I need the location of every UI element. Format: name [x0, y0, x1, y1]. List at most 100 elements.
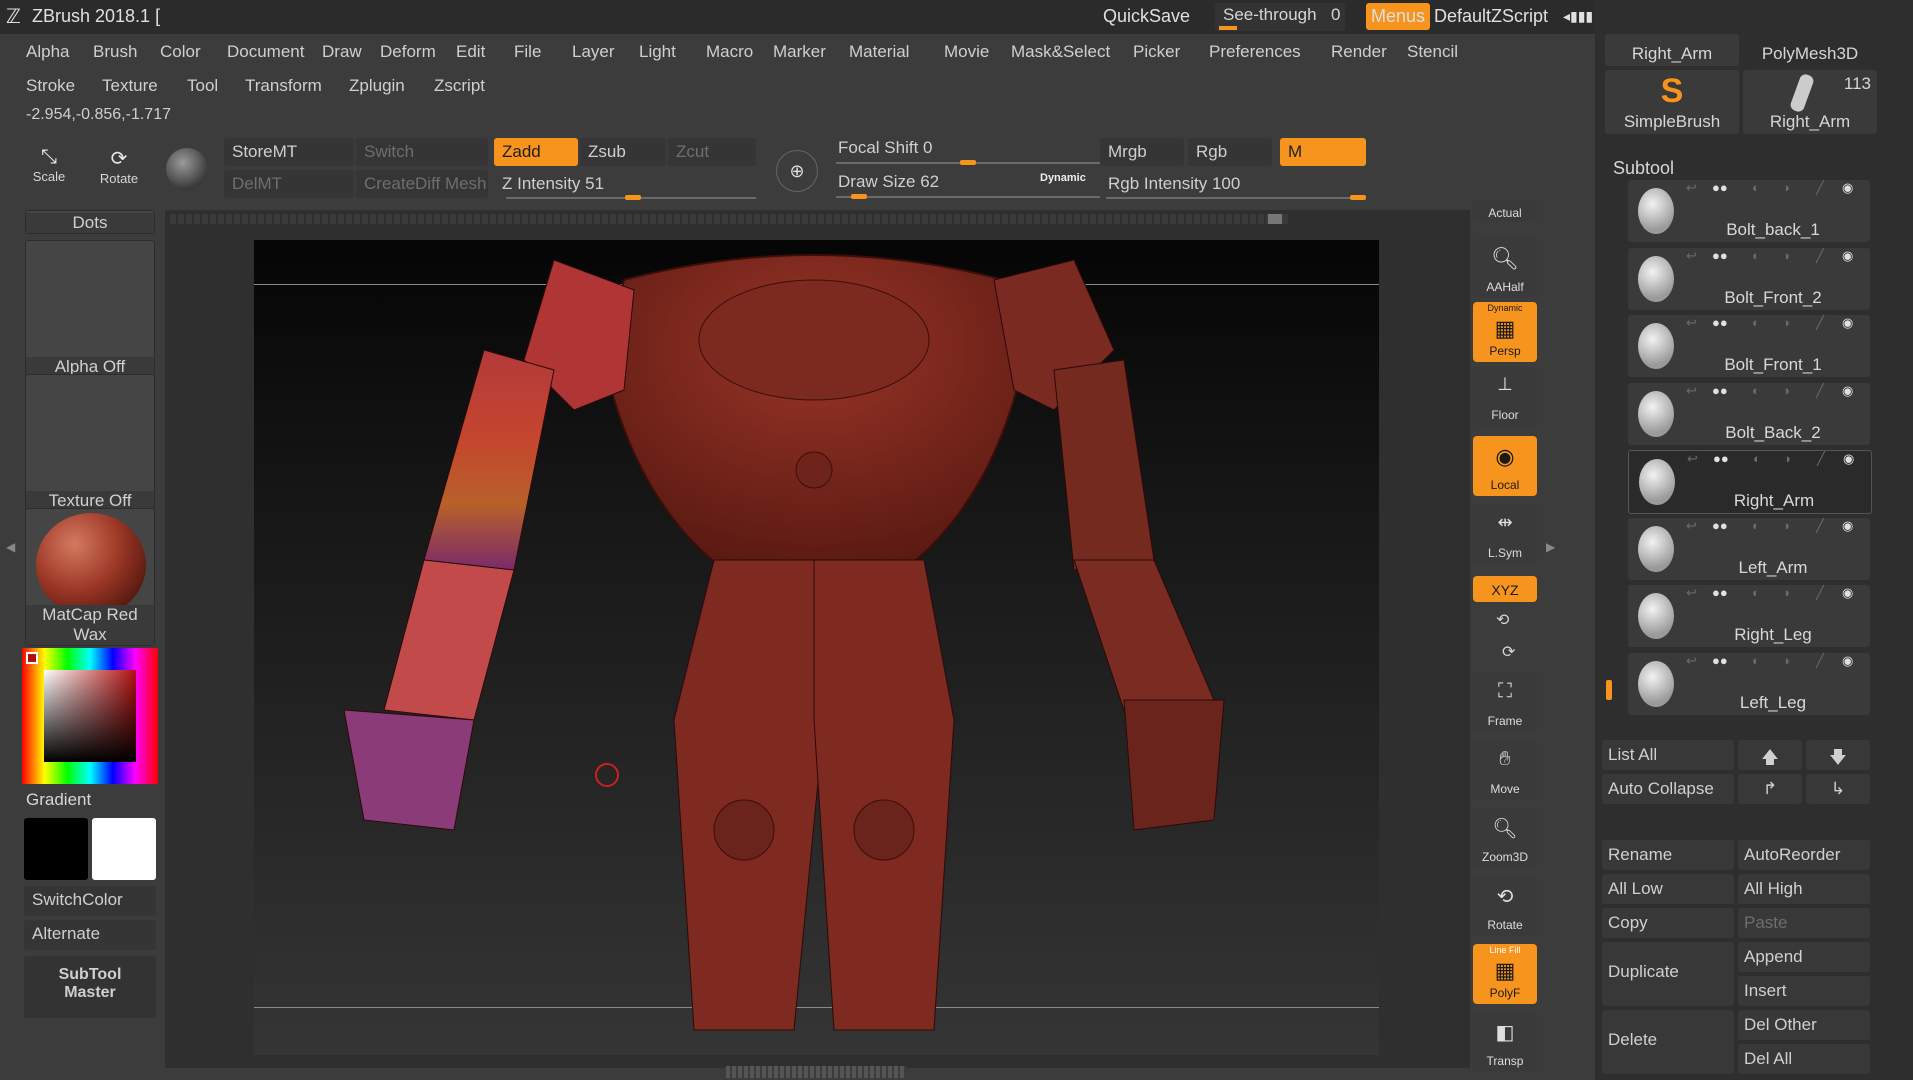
rotate-button[interactable]: ⟳ Rotate	[96, 146, 142, 192]
frame-button[interactable]: ⛶ Frame	[1473, 672, 1537, 732]
menu-deform[interactable]: Deform	[376, 40, 440, 64]
move-into-folder-button[interactable]: ↱	[1738, 774, 1802, 804]
menu-marker[interactable]: Marker	[769, 40, 830, 64]
focal-shift-handle[interactable]	[960, 160, 976, 165]
polypaint-toggle-icon[interactable]: ●●	[1712, 653, 1728, 668]
lock-toggle-icon[interactable]: ◑	[1782, 383, 1790, 398]
see-through-slider-handle[interactable]	[1219, 26, 1237, 30]
brush-toggle-icon[interactable]: ╱	[1816, 653, 1824, 669]
brush-toggle-icon[interactable]: ╱	[1816, 315, 1824, 331]
visibility-eye-icon[interactable]: ◉	[1842, 518, 1853, 534]
autoreorder-button[interactable]: AutoReorder	[1738, 840, 1870, 870]
arrow-icon[interactable]: ↩	[1686, 653, 1697, 669]
see-through-slider[interactable]: See-through 0	[1215, 3, 1345, 31]
default-zscript-button[interactable]: DefaultZScript	[1434, 6, 1548, 27]
menu-render[interactable]: Render	[1327, 40, 1391, 64]
subtool-row[interactable]: ↩ ●● ◐ ◑ ╱ ◉ Left_Arm	[1628, 517, 1870, 580]
subtool-row[interactable]: ↩ ●● ◐ ◑ ╱ ◉ Right_Leg	[1628, 585, 1870, 647]
m-button[interactable]: M	[1280, 138, 1366, 166]
list-all-button[interactable]: List All	[1602, 740, 1734, 770]
timeline-track[interactable]	[170, 214, 1290, 224]
local-button[interactable]: ◉ Local	[1473, 436, 1537, 496]
menu-edit[interactable]: Edit	[452, 40, 489, 64]
subtool-row[interactable]: ↩ ●● ◐ ◑ ╱ ◉ Bolt_Front_2	[1628, 247, 1870, 310]
scale-button[interactable]: ⤡ Scale	[26, 146, 72, 192]
menu-light[interactable]: Light	[635, 40, 680, 64]
mask-toggle-icon[interactable]: ◐	[1752, 315, 1760, 330]
color-picker[interactable]	[22, 648, 158, 784]
texture-palette-button[interactable]: Texture Off	[25, 374, 155, 512]
menu-file[interactable]: File	[510, 40, 545, 64]
gradient-button[interactable]: Gradient	[26, 790, 91, 810]
all-low-button[interactable]: All Low	[1602, 874, 1734, 904]
del-all-button[interactable]: Del All	[1738, 1044, 1870, 1074]
menu-brush[interactable]: Brush	[89, 40, 141, 64]
main-color-swatch[interactable]	[24, 818, 88, 880]
visibility-eye-icon[interactable]: ◉	[1842, 383, 1853, 399]
storemt-button[interactable]: StoreMT	[224, 138, 354, 166]
lock-toggle-icon[interactable]: ◑	[1782, 180, 1790, 195]
brush-toggle-icon[interactable]: ╱	[1816, 383, 1824, 399]
stroke-dots-button[interactable]: Dots	[25, 210, 155, 234]
menu-draw[interactable]: Draw	[318, 40, 366, 64]
polypaint-toggle-icon[interactable]: ●●	[1712, 248, 1728, 263]
robot-model[interactable]	[254, 240, 1379, 1055]
menu-color[interactable]: Color	[156, 40, 205, 64]
visibility-eye-icon[interactable]: ◉	[1842, 180, 1853, 196]
dynamic-toggle[interactable]: Dynamic	[1040, 172, 1086, 184]
menu-document[interactable]: Document	[223, 40, 308, 64]
menu-transform[interactable]: Transform	[241, 74, 326, 98]
polypaint-toggle-icon[interactable]: ●●	[1712, 180, 1728, 195]
timeline-marker[interactable]	[1268, 214, 1282, 224]
rename-button[interactable]: Rename	[1602, 840, 1734, 870]
current-color-swatch[interactable]	[26, 652, 38, 664]
arrow-icon[interactable]: ↩	[1686, 248, 1697, 264]
z-intensity-handle[interactable]	[625, 195, 642, 200]
alternate-button[interactable]: Alternate	[24, 920, 156, 950]
all-high-button[interactable]: All High	[1738, 874, 1870, 904]
lock-toggle-icon[interactable]: ◑	[1782, 585, 1790, 600]
mask-toggle-icon[interactable]: ◐	[1752, 518, 1760, 533]
copy-button[interactable]: Copy	[1602, 908, 1734, 938]
rotate-z-icon[interactable]: ⟳	[1502, 642, 1515, 662]
polypaint-toggle-icon[interactable]: ●●	[1712, 315, 1728, 330]
aahalf-button[interactable]: 🔍︎ AAHalf	[1473, 238, 1537, 298]
subtool-list-scrollbar[interactable]	[1606, 680, 1612, 700]
arrow-icon[interactable]: ↩	[1686, 585, 1697, 601]
polypaint-toggle-icon[interactable]: ●●	[1713, 451, 1729, 466]
shrink-ui-icon[interactable]: ◂▮▮▮	[1563, 8, 1593, 25]
del-other-button[interactable]: Del Other	[1738, 1010, 1870, 1040]
polypaint-toggle-icon[interactable]: ●●	[1712, 518, 1728, 533]
move-up-button[interactable]: 🡅	[1738, 740, 1802, 770]
menu-layer[interactable]: Layer	[568, 40, 619, 64]
actual-button[interactable]: Actual	[1473, 200, 1537, 222]
brush-stroke-icon[interactable]: ⊕	[776, 150, 818, 192]
floor-button[interactable]: ⊥ Floor	[1473, 366, 1537, 426]
menu-alpha[interactable]: Alpha	[22, 40, 73, 64]
append-button[interactable]: Append	[1738, 942, 1870, 972]
mask-toggle-icon[interactable]: ◐	[1752, 180, 1760, 195]
subtool-row[interactable]: ↩ ●● ◐ ◑ ╱ ◉ Bolt_Back_2	[1628, 382, 1870, 445]
zoom3d-button[interactable]: 🔍︎ Zoom3D	[1473, 808, 1537, 868]
create-diff-mesh-button[interactable]: CreateDiff Mesh	[356, 170, 488, 198]
lsym-button[interactable]: ⇹ L.Sym	[1473, 504, 1537, 564]
move-button[interactable]: ✋︎ Move	[1473, 740, 1537, 800]
subtool-row[interactable]: ↩ ●● ◐ ◑ ╱ ◉ Left_Leg	[1628, 652, 1870, 715]
subtool-master-button[interactable]: SubTool Master	[24, 956, 156, 1018]
tool-thumb-simplebrush[interactable]: S SimpleBrush	[1605, 70, 1739, 134]
xyz-button[interactable]: XYZ	[1473, 576, 1537, 602]
brush-toggle-icon[interactable]: ╱	[1816, 248, 1824, 264]
mask-toggle-icon[interactable]: ◐	[1752, 248, 1760, 263]
left-tray-toggle-icon[interactable]: ◀	[6, 540, 15, 554]
rgb-intensity-handle[interactable]	[1350, 195, 1366, 200]
subtool-row[interactable]: ↩ ●● ◐ ◑ ╱ ◉ Bolt_back_1	[1628, 180, 1870, 242]
menu-mask-select[interactable]: Mask&Select	[1007, 40, 1114, 64]
material-preview-icon[interactable]	[166, 148, 208, 190]
menu-stencil[interactable]: Stencil	[1403, 40, 1462, 64]
switch-color-button[interactable]: SwitchColor	[24, 886, 156, 916]
persp-button[interactable]: Dynamic ▦ Persp	[1473, 302, 1537, 362]
zadd-button[interactable]: Zadd	[494, 138, 578, 166]
lock-toggle-icon[interactable]: ◑	[1782, 653, 1790, 668]
zcut-button[interactable]: Zcut	[668, 138, 756, 166]
document-canvas[interactable]	[254, 240, 1379, 1055]
